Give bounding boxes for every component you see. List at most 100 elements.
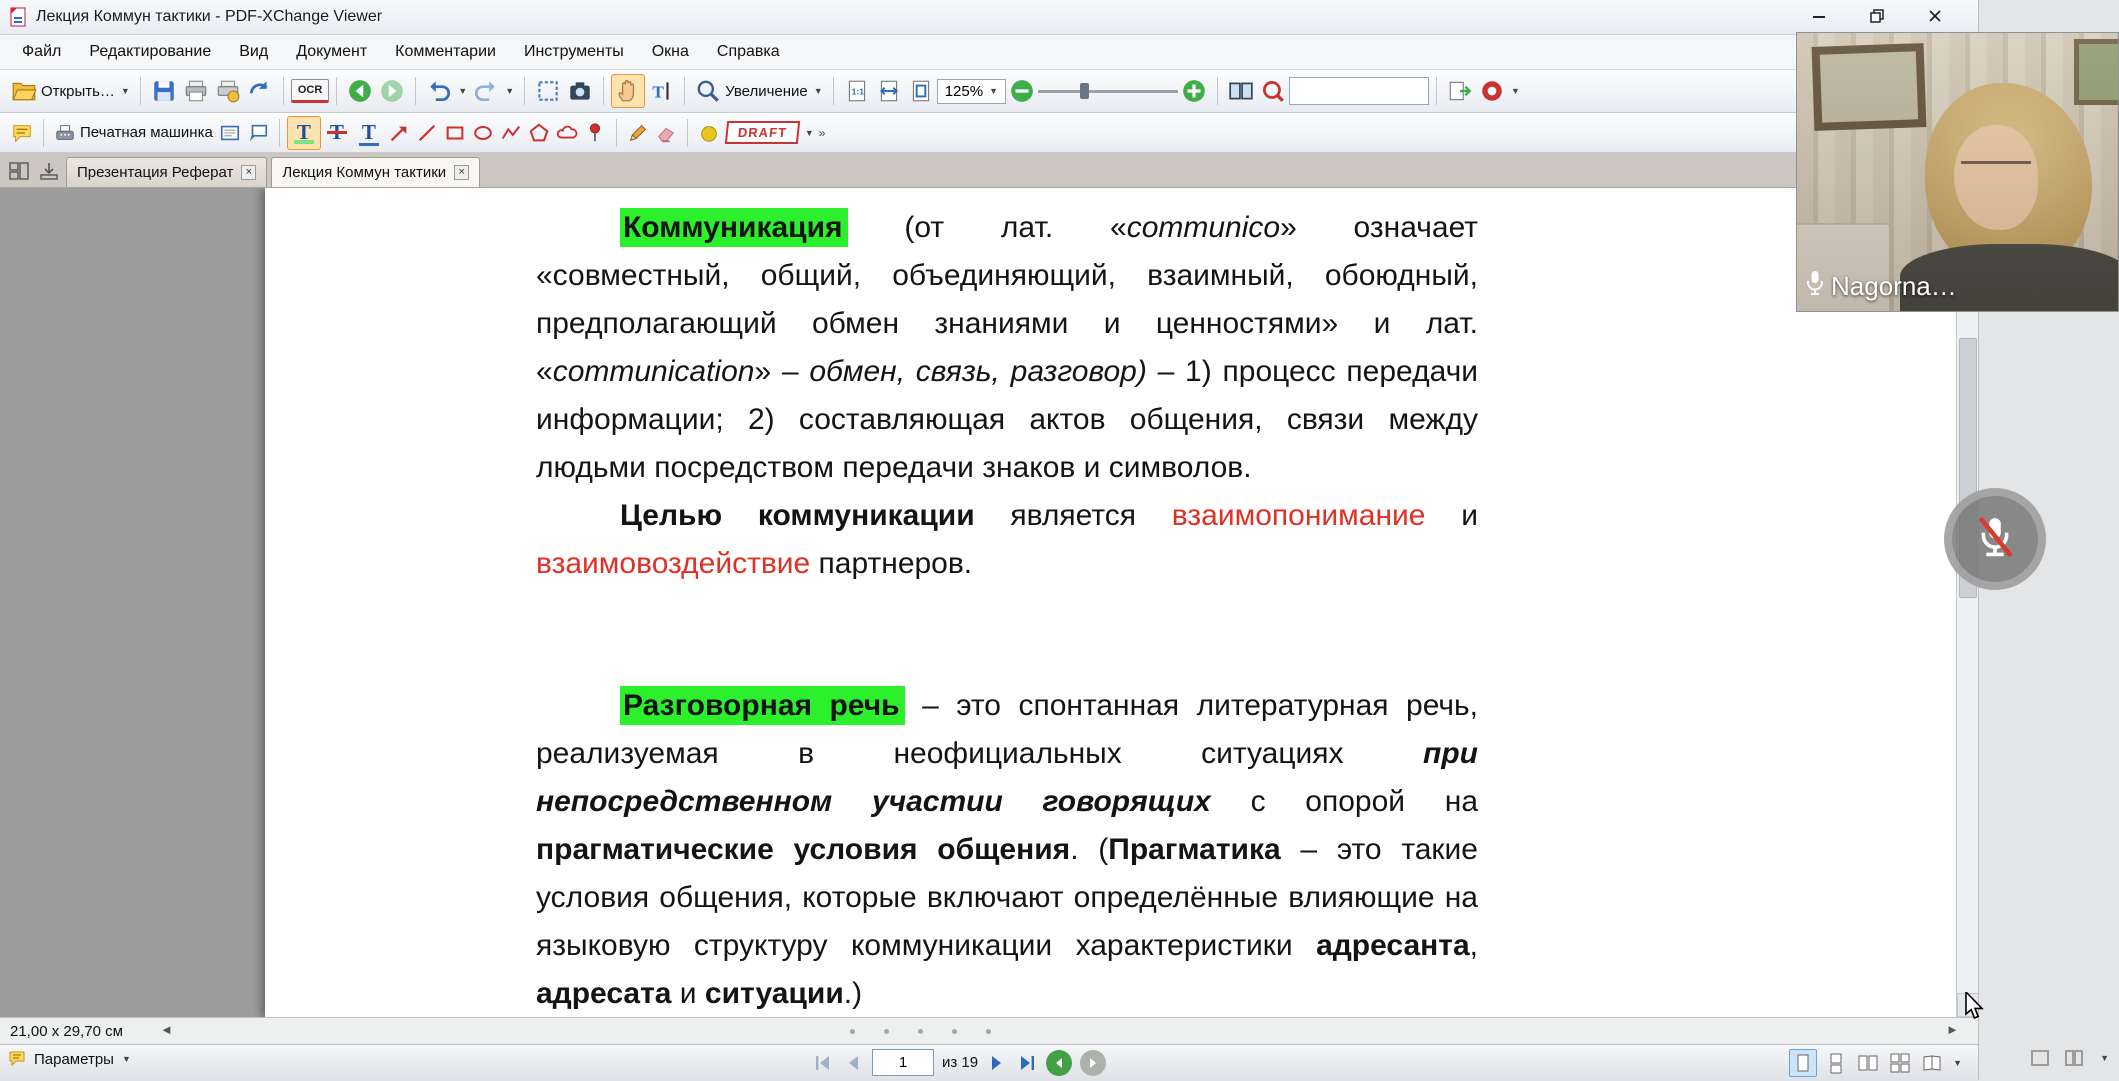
sticky-note-button[interactable] <box>8 119 36 147</box>
text-segment: Целью коммуникации <box>620 499 975 532</box>
toolbar-separator <box>140 77 141 105</box>
paragraph: Целью коммуникации является взаимопонима… <box>536 492 1478 588</box>
cloud-tool-button[interactable] <box>553 119 581 147</box>
menu-tools[interactable]: Инструменты <box>510 38 638 66</box>
save-button[interactable] <box>148 75 180 107</box>
highlight-text-button[interactable]: Т <box>287 116 321 150</box>
fit-width-button[interactable] <box>873 75 905 107</box>
minimize-button[interactable] <box>1790 2 1848 30</box>
history-back-button[interactable] <box>1046 1050 1072 1076</box>
horizontal-scrollbar-row[interactable]: 21,00 x 29,70 см ◄ ► <box>0 1017 1978 1044</box>
menu-windows[interactable]: Окна <box>638 38 703 66</box>
menu-comments[interactable]: Комментарии <box>381 38 510 66</box>
pencil-tool-button[interactable] <box>624 119 652 147</box>
history-forward-button[interactable] <box>1080 1050 1106 1076</box>
previous-view-button[interactable] <box>344 75 376 107</box>
print-setup-button[interactable] <box>212 75 244 107</box>
polygon-tool-button[interactable] <box>525 119 553 147</box>
stamp-draft-button[interactable]: DRAFT ▼ <box>723 118 817 147</box>
loupe-button[interactable] <box>1257 75 1289 107</box>
fit-page-button[interactable] <box>905 75 937 107</box>
panel-toggle-icon-1[interactable] <box>9 161 29 181</box>
redo-button[interactable]: ▼ <box>470 75 517 107</box>
zoom-in-button[interactable] <box>1178 75 1210 107</box>
toolbar-separator <box>336 77 337 105</box>
panes-button[interactable] <box>1225 75 1257 107</box>
fit-actual-button[interactable]: 1:1 <box>841 75 873 107</box>
tab-close-icon[interactable]: × <box>241 165 256 180</box>
select-text-button[interactable]: T <box>645 75 677 107</box>
share-button[interactable] <box>244 75 276 107</box>
zoom-slider-thumb[interactable] <box>1080 83 1089 99</box>
document-pane[interactable]: Коммуникация (от лат. «communico» означа… <box>0 188 1978 1017</box>
hand-tool-button[interactable] <box>611 74 645 108</box>
previous-page-button[interactable] <box>842 1052 864 1074</box>
restore-button[interactable] <box>1848 2 1906 30</box>
chevron-down-icon[interactable]: ▼ <box>2100 1053 2109 1063</box>
vertical-scrollbar[interactable]: ▲ ▼ <box>1956 188 1978 1017</box>
select-region-button[interactable] <box>532 75 564 107</box>
line-tool-button[interactable] <box>413 119 441 147</box>
first-page-button[interactable] <box>812 1052 834 1074</box>
polyline-tool-button[interactable] <box>497 119 525 147</box>
hscroll-right-icon[interactable]: ► <box>1946 1022 1959 1037</box>
search-input[interactable] <box>1289 77 1429 105</box>
export-button[interactable] <box>1444 75 1476 107</box>
tab-label: Презентация Реферат <box>77 164 233 181</box>
toolbar-separator <box>833 77 834 105</box>
layout-book-button[interactable] <box>1919 1050 1945 1076</box>
hscroll-left-icon[interactable]: ◄ <box>160 1022 173 1037</box>
eraser-tool-button[interactable] <box>652 119 680 147</box>
color-swatch-button[interactable] <box>695 119 723 147</box>
muted-microphone-button[interactable] <box>1944 488 2046 590</box>
webcam-tile[interactable]: Nagorna… <box>1796 32 2119 312</box>
close-button[interactable] <box>1906 2 1964 30</box>
rectangle-tool-button[interactable] <box>441 119 469 147</box>
microphone-icon <box>1805 270 1825 303</box>
page-layout-controls: ▼ <box>1789 1049 1962 1077</box>
undo-button[interactable]: ▼ <box>423 75 470 107</box>
panel-toggle-icon-2[interactable] <box>39 161 59 181</box>
tab-close-icon[interactable]: × <box>454 165 469 180</box>
toolbar-overflow-icon[interactable]: » <box>819 126 826 140</box>
next-page-button[interactable] <box>986 1052 1008 1074</box>
layout-two-up-button[interactable] <box>1855 1050 1881 1076</box>
menu-help[interactable]: Справка <box>703 38 794 66</box>
zoom-level-select[interactable]: 125%▼ <box>937 79 1006 104</box>
menu-file[interactable]: Файл <box>8 38 75 66</box>
page-number-input[interactable] <box>872 1049 934 1076</box>
strikeout-text-button[interactable]: Т <box>321 117 353 149</box>
typewriter-button[interactable]: Печатная машинка <box>51 119 216 147</box>
background-app-icon-1[interactable] <box>2030 1048 2050 1068</box>
oval-tool-button[interactable] <box>469 119 497 147</box>
layout-single-button[interactable] <box>1789 1049 1817 1077</box>
zoom-out-button[interactable] <box>1006 75 1038 107</box>
callout-button[interactable] <box>244 119 272 147</box>
chevron-down-icon[interactable]: ▼ <box>1953 1058 1962 1068</box>
next-view-button[interactable] <box>376 75 408 107</box>
layout-continuous-button[interactable] <box>1823 1050 1849 1076</box>
text-segment: Разговорная речь <box>620 686 905 725</box>
background-app-icon-2[interactable] <box>2064 1048 2084 1068</box>
ocr-button[interactable]: OCR <box>291 79 329 103</box>
open-button[interactable]: Открыть… ▼ <box>8 75 133 107</box>
menu-edit[interactable]: Редактирование <box>75 38 225 66</box>
print-button[interactable] <box>180 75 212 107</box>
snapshot-button[interactable] <box>564 75 596 107</box>
layout-two-up-continuous-button[interactable] <box>1887 1050 1913 1076</box>
underline-text-button[interactable]: Т <box>353 117 385 149</box>
zoom-slider[interactable] <box>1038 81 1178 101</box>
options-button[interactable]: Параметры ▼ <box>8 1049 131 1069</box>
text-box-button[interactable] <box>216 119 244 147</box>
menu-document[interactable]: Документ <box>282 38 381 66</box>
tab-lekcia-kommun-taktiki[interactable]: Лекция Коммун тактики × <box>271 157 480 187</box>
pdf-tools-button[interactable]: ▼ <box>1476 75 1523 107</box>
text-segment: , <box>1470 929 1478 962</box>
arrow-tool-button[interactable] <box>385 119 413 147</box>
chevron-down-icon: ▼ <box>122 1054 131 1064</box>
pin-tool-button[interactable] <box>581 119 609 147</box>
zoom-tool-button[interactable]: Увеличение ▼ <box>692 75 826 107</box>
last-page-button[interactable] <box>1016 1052 1038 1074</box>
menu-view[interactable]: Вид <box>225 38 282 66</box>
tab-presentation-referat[interactable]: Презентация Реферат × <box>66 157 267 187</box>
